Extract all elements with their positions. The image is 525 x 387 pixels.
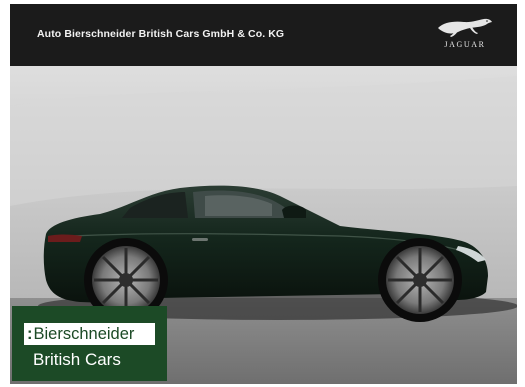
dealer-badge: :Bierschneider British Cars: [12, 306, 167, 381]
jaguar-wordmark: JAGUAR: [444, 40, 486, 49]
leaping-cat-icon: [438, 18, 492, 37]
dealer-name: Auto Bierschneider British Cars GmbH & C…: [37, 28, 285, 40]
badge-brand-label: :Bierschneider: [24, 323, 155, 345]
listing-image-frame: Auto Bierschneider British Cars GmbH & C…: [10, 4, 517, 384]
dealer-header: Auto Bierschneider British Cars GmbH & C…: [10, 4, 517, 66]
jaguar-logo: JAGUAR: [432, 16, 498, 52]
badge-line1: Bierschneider: [33, 325, 135, 343]
badge-line2: British Cars: [33, 350, 121, 369]
